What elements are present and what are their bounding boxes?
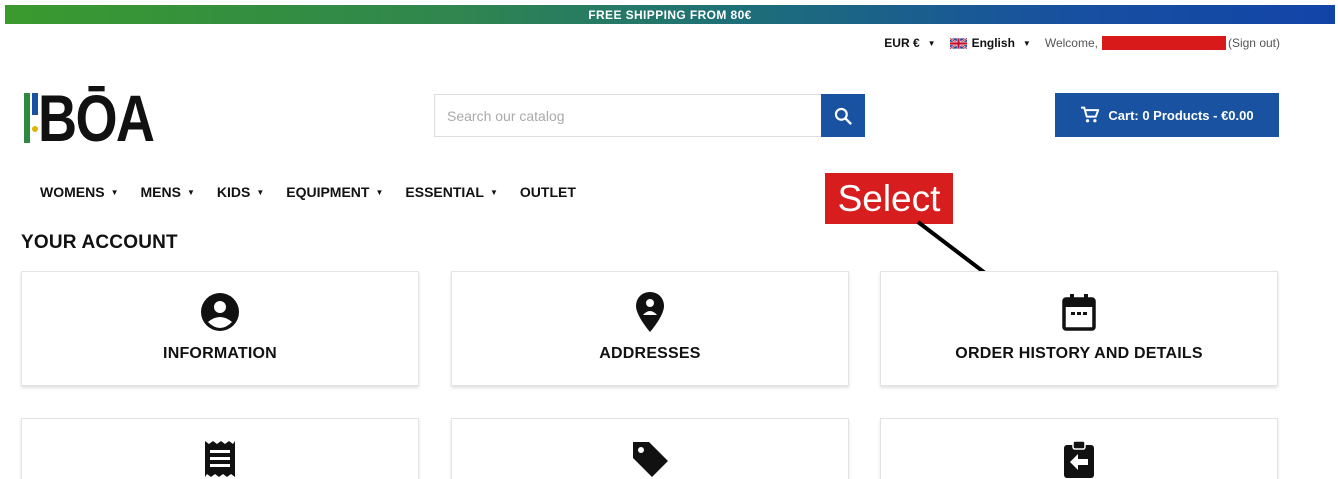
receipt-icon <box>203 439 237 479</box>
search-bar <box>434 94 865 137</box>
main-navigation: WOMENS ▼ MENS ▼ KIDS ▼ EQUIPMENT ▼ ESSEN… <box>40 184 598 200</box>
cart-button[interactable]: Cart: 0 Products - €0.00 <box>1055 93 1279 137</box>
language-selector[interactable]: English ▼ <box>949 36 1031 50</box>
card-label: ADDRESSES <box>599 345 701 362</box>
caret-down-icon: ▼ <box>1022 38 1031 48</box>
nav-item-label: KIDS <box>216 184 251 200</box>
chevron-down-icon: ▼ <box>110 187 119 197</box>
uk-flag-icon <box>949 37 967 49</box>
location-pin-icon <box>634 292 666 332</box>
chevron-down-icon: ▼ <box>186 187 195 197</box>
nav-item-womens[interactable]: WOMENS ▼ <box>40 184 118 200</box>
welcome-message: Welcome, (Sign out) <box>1045 36 1280 50</box>
shopping-cart-icon <box>1081 106 1100 123</box>
currency-label: EUR € <box>884 36 920 50</box>
redacted-username <box>1101 36 1226 50</box>
nav-item-kids[interactable]: KIDS ▼ <box>217 184 264 200</box>
nav-item-label: EQUIPMENT <box>286 184 370 200</box>
search-input[interactable] <box>434 94 821 137</box>
search-icon <box>834 107 852 125</box>
currency-selector[interactable]: EUR € ▼ <box>884 36 935 50</box>
top-utility-bar: EUR € ▼ English ▼ Welcome, (Sign out) <box>870 34 1280 52</box>
welcome-text: Welcome, <box>1044 36 1098 50</box>
language-label: English <box>971 36 1015 50</box>
chevron-down-icon: ▼ <box>256 187 265 197</box>
account-card-addresses[interactable]: ADDRESSES <box>451 271 849 386</box>
nav-item-label: OUTLET <box>519 184 576 200</box>
caret-down-icon: ▼ <box>927 38 936 48</box>
account-card-returns[interactable] <box>880 418 1278 479</box>
calendar-icon <box>1061 292 1097 332</box>
nav-item-outlet[interactable]: OUTLET <box>520 184 576 200</box>
nav-item-mens[interactable]: MENS ▼ <box>140 184 194 200</box>
nav-item-label: MENS <box>140 184 181 200</box>
account-card-order-history[interactable]: ORDER HISTORY AND DETAILS <box>880 271 1278 386</box>
search-button[interactable] <box>821 94 865 137</box>
promo-text: FREE SHIPPING FROM 80€ <box>588 7 752 22</box>
sign-out-link[interactable]: (Sign out) <box>1228 36 1280 50</box>
nav-item-equipment[interactable]: EQUIPMENT ▼ <box>286 184 383 200</box>
return-clipboard-icon <box>1062 439 1096 479</box>
card-label: INFORMATION <box>163 345 277 362</box>
nav-item-label: ESSENTIAL <box>405 184 484 200</box>
nav-item-essential[interactable]: ESSENTIAL ▼ <box>405 184 498 200</box>
site-logo[interactable]: BŌA <box>20 81 155 155</box>
account-card-information[interactable]: INFORMATION <box>21 271 419 386</box>
card-label: ORDER HISTORY AND DETAILS <box>955 345 1203 362</box>
account-card-vouchers[interactable] <box>451 418 849 479</box>
account-circle-icon <box>200 292 240 332</box>
logo-wordmark: BŌA <box>38 81 155 155</box>
select-annotation-label: Select <box>825 173 953 224</box>
nav-item-label: WOMENS <box>40 184 105 200</box>
chevron-down-icon: ▼ <box>489 187 498 197</box>
account-card-credit-slips[interactable] <box>21 418 419 479</box>
tag-icon <box>630 439 670 479</box>
cart-label: Cart: 0 Products - €0.00 <box>1108 107 1254 123</box>
page-title: YOUR ACCOUNT <box>21 232 178 253</box>
chevron-down-icon: ▼ <box>375 187 384 197</box>
annotation-text: Select <box>837 177 941 219</box>
promo-banner: FREE SHIPPING FROM 80€ <box>5 5 1335 24</box>
